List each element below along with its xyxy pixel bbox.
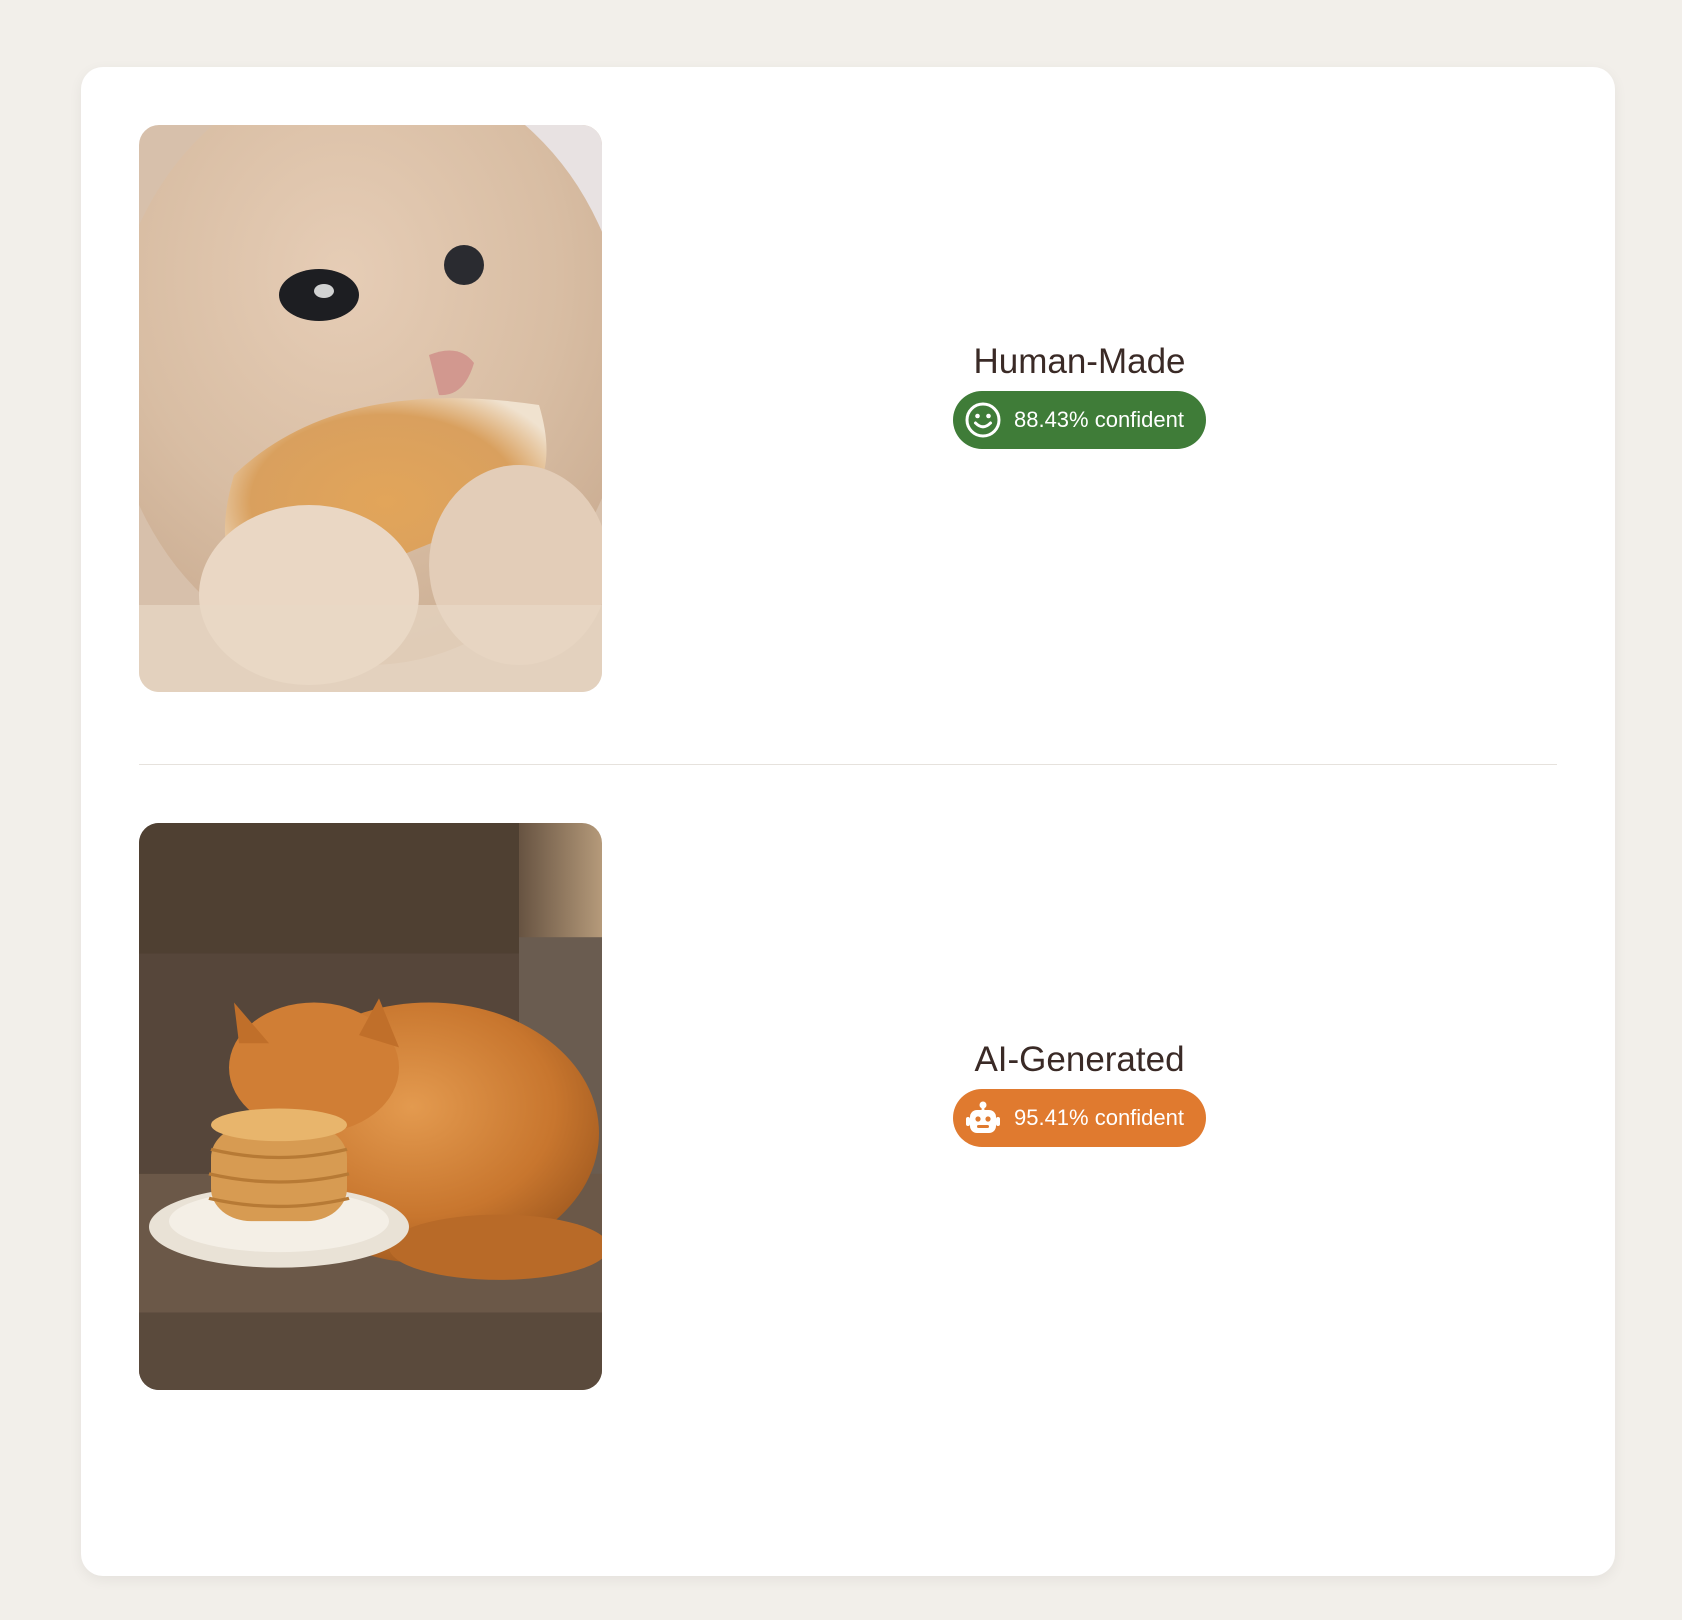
result-item-human: Human-Made 88.43% confident [139, 125, 1557, 692]
orange-cat-photo [139, 823, 602, 1390]
confidence-label: 95.41% confident [1013, 1104, 1185, 1130]
confidence-label: 88.43% confident [1013, 406, 1185, 432]
confidence-badge: 88.43% confident [952, 390, 1207, 449]
confidence-badge: 95.41% confident [952, 1088, 1207, 1147]
uploaded-image-cat-eating-pancake [139, 125, 602, 692]
verdict-title: Human-Made [973, 341, 1186, 381]
smiley-face-icon [964, 401, 1002, 439]
uploaded-image-orange-cat-pancakes [139, 823, 602, 1390]
robot-icon [964, 1099, 1002, 1137]
verdict-title: AI-Generated [974, 1039, 1185, 1079]
verdict-panel: Human-Made 88.43% confident [602, 125, 1557, 692]
result-item-ai: AI-Generated 95.41% confident [139, 823, 1557, 1390]
cat-pancake-photo [139, 125, 602, 692]
results-card: Human-Made 88.43% confident AI-Generated… [81, 67, 1615, 1576]
divider [139, 764, 1557, 765]
verdict-panel: AI-Generated 95.41% confident [602, 823, 1557, 1390]
